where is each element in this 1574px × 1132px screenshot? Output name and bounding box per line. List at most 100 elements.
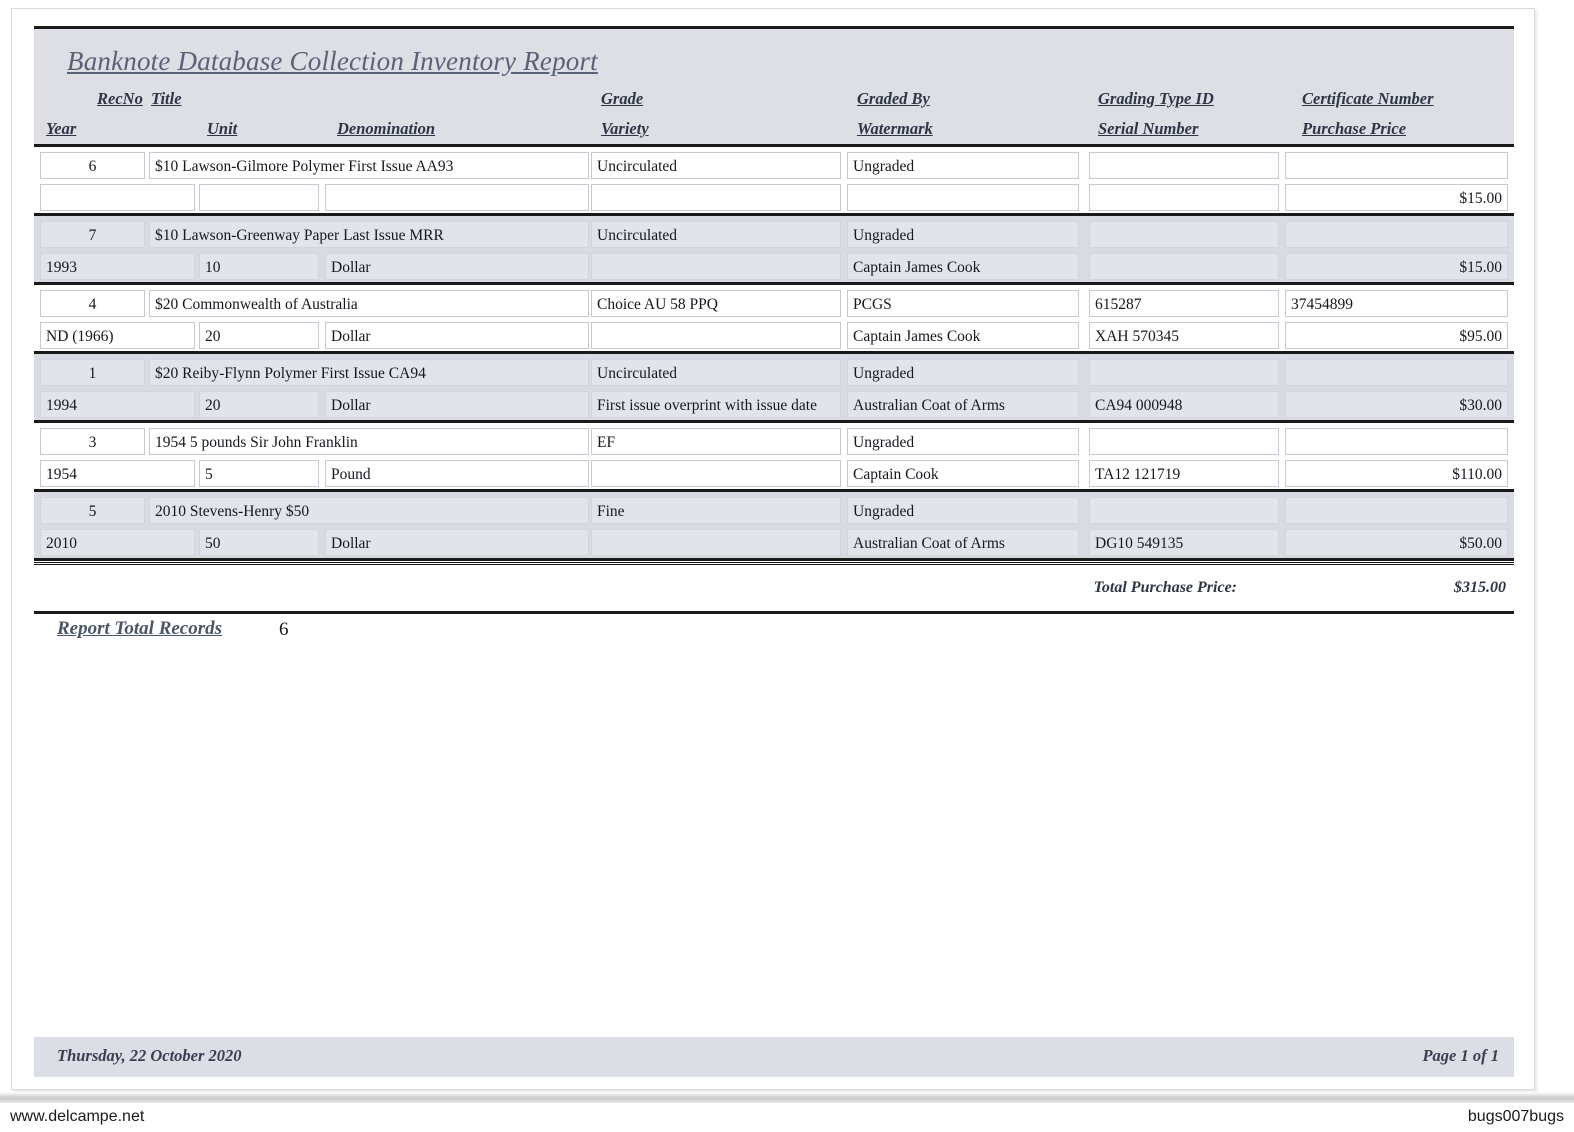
column-header-unit: Unit xyxy=(207,119,238,138)
cell-denomination xyxy=(325,184,589,211)
cell-certificate-number xyxy=(1285,497,1508,524)
watermark-strip: www.delcampe.net bugs007bugs xyxy=(0,1092,1574,1132)
cell-title: $20 Commonwealth of Australia xyxy=(149,290,589,317)
cell-grading-type-id xyxy=(1089,428,1279,455)
cell-purchase-price: $95.00 xyxy=(1285,322,1508,349)
cell-watermark xyxy=(847,184,1079,211)
cell-certificate-number: 37454899 xyxy=(1285,290,1508,317)
report-header-band: Banknote Database Collection Inventory R… xyxy=(34,26,1514,147)
footer-date: Thursday, 22 October 2020 xyxy=(57,1046,242,1065)
cell-denomination: Dollar xyxy=(325,529,589,556)
cell-serial-number: XAH 570345 xyxy=(1089,322,1279,349)
cell-graded-by: Ungraded xyxy=(847,497,1079,524)
column-header-denomination: Denomination xyxy=(337,119,436,138)
cell-unit: 20 xyxy=(199,322,319,349)
cell-watermark: Australian Coat of Arms xyxy=(847,391,1079,418)
cell-recno: 4 xyxy=(40,290,145,317)
cell-year: 1993 xyxy=(40,253,195,280)
cell-grading-type-id xyxy=(1089,152,1279,179)
cell-watermark: Australian Coat of Arms xyxy=(847,529,1079,556)
cell-grade: Uncirculated xyxy=(591,221,841,248)
cell-graded-by: PCGS xyxy=(847,290,1079,317)
cell-title: 2010 Stevens-Henry $50 xyxy=(149,497,589,524)
cell-purchase-price: $50.00 xyxy=(1285,529,1508,556)
total-purchase-price-value: $315.00 xyxy=(1454,579,1506,596)
page-footer-band: Thursday, 22 October 2020 Page 1 of 1 xyxy=(34,1037,1514,1077)
watermark-user: bugs007bugs xyxy=(1467,1108,1564,1125)
cell-purchase-price: $110.00 xyxy=(1285,460,1508,487)
column-header-year: Year xyxy=(46,119,77,138)
cell-variety xyxy=(591,529,841,556)
watermark-site: www.delcampe.net xyxy=(10,1108,145,1125)
cell-title: $20 Reiby-Flynn Polymer First Issue CA94 xyxy=(149,359,589,386)
cell-graded-by: Ungraded xyxy=(847,221,1079,248)
cell-recno: 3 xyxy=(40,428,145,455)
cell-variety xyxy=(591,253,841,280)
record-group: 3 1954 5 pounds Sir John Franklin EF Ungrad… xyxy=(34,423,1514,492)
cell-purchase-price: $15.00 xyxy=(1285,253,1508,280)
column-header-variety: Variety xyxy=(601,119,649,138)
cell-unit xyxy=(199,184,319,211)
cell-graded-by: Ungraded xyxy=(847,428,1079,455)
cell-watermark: Captain James Cook xyxy=(847,322,1079,349)
cell-grade: Uncirculated xyxy=(591,152,841,179)
cell-denomination: Pound xyxy=(325,460,589,487)
cell-title: 1954 5 pounds Sir John Franklin xyxy=(149,428,589,455)
column-header-certificate-number: Certificate Number xyxy=(1302,89,1434,108)
cell-serial-number xyxy=(1089,184,1279,211)
report-total-records-row: Report Total Records 6 xyxy=(34,614,1514,654)
cell-recno: 7 xyxy=(40,221,145,248)
cell-variety xyxy=(591,460,841,487)
cell-year: 1954 xyxy=(40,460,195,487)
cell-serial-number: CA94 000948 xyxy=(1089,391,1279,418)
cell-grading-type-id: 615287 xyxy=(1089,290,1279,317)
cell-grade: Uncirculated xyxy=(591,359,841,386)
record-group: 7 $10 Lawson-Greenway Paper Last Issue MR… xyxy=(34,216,1514,285)
column-header-graded-by: Graded By xyxy=(857,89,930,108)
column-header-title: Title xyxy=(151,89,182,108)
cell-year: ND (1966) xyxy=(40,322,195,349)
report-total-records-value: 6 xyxy=(279,619,289,640)
record-group: 4 $20 Commonwealth of Australia Choice AU … xyxy=(34,285,1514,354)
cell-graded-by: Ungraded xyxy=(847,152,1079,179)
column-header-recno: RecNo xyxy=(97,89,143,108)
cell-title: $10 Lawson-Greenway Paper Last Issue MRR xyxy=(149,221,589,248)
cell-serial-number xyxy=(1089,253,1279,280)
total-purchase-price-label: Total Purchase Price: xyxy=(1093,579,1237,596)
cell-grade: Choice AU 58 PPQ xyxy=(591,290,841,317)
report-detail-area: 6 $10 Lawson-Gilmore Polymer First Issue … xyxy=(34,147,1514,561)
column-header-grading-type-id: Grading Type ID xyxy=(1098,89,1214,108)
column-header-purchase-price: Purchase Price xyxy=(1302,119,1407,138)
column-header-grade: Grade xyxy=(601,89,644,108)
cell-watermark: Captain James Cook xyxy=(847,253,1079,280)
cell-recno: 1 xyxy=(40,359,145,386)
cell-certificate-number xyxy=(1285,221,1508,248)
cell-certificate-number xyxy=(1285,359,1508,386)
cell-title: $10 Lawson-Gilmore Polymer First Issue A… xyxy=(149,152,589,179)
cell-year: 1994 xyxy=(40,391,195,418)
cell-purchase-price: $30.00 xyxy=(1285,391,1508,418)
cell-variety xyxy=(591,184,841,211)
record-group: 5 2010 Stevens-Henry $50 Fine Ungraded 2010 5… xyxy=(34,492,1514,561)
page-title: Banknote Database Collection Inventory R… xyxy=(67,46,598,76)
cell-denomination: Dollar xyxy=(325,391,589,418)
column-header-watermark: Watermark xyxy=(857,119,933,138)
record-group: 1 $20 Reiby-Flynn Polymer First Issue CA9… xyxy=(34,354,1514,423)
cell-watermark: Captain Cook xyxy=(847,460,1079,487)
cell-unit: 10 xyxy=(199,253,319,280)
cell-grading-type-id xyxy=(1089,359,1279,386)
cell-year xyxy=(40,184,195,211)
cell-serial-number: TA12 121719 xyxy=(1089,460,1279,487)
cell-year: 2010 xyxy=(40,529,195,556)
cell-certificate-number xyxy=(1285,428,1508,455)
record-group: 6 $10 Lawson-Gilmore Polymer First Issue … xyxy=(34,147,1514,216)
cell-grade: Fine xyxy=(591,497,841,524)
report-total-records-label: Report Total Records xyxy=(57,618,223,639)
column-header-serial-number: Serial Number xyxy=(1098,119,1199,138)
cell-grading-type-id xyxy=(1089,221,1279,248)
watermark-divider xyxy=(0,1092,1574,1103)
cell-variety: First issue overprint with issue date xyxy=(591,391,841,418)
cell-unit: 5 xyxy=(199,460,319,487)
cell-recno: 6 xyxy=(40,152,145,179)
report-page: Banknote Database Collection Inventory R… xyxy=(11,8,1535,1090)
